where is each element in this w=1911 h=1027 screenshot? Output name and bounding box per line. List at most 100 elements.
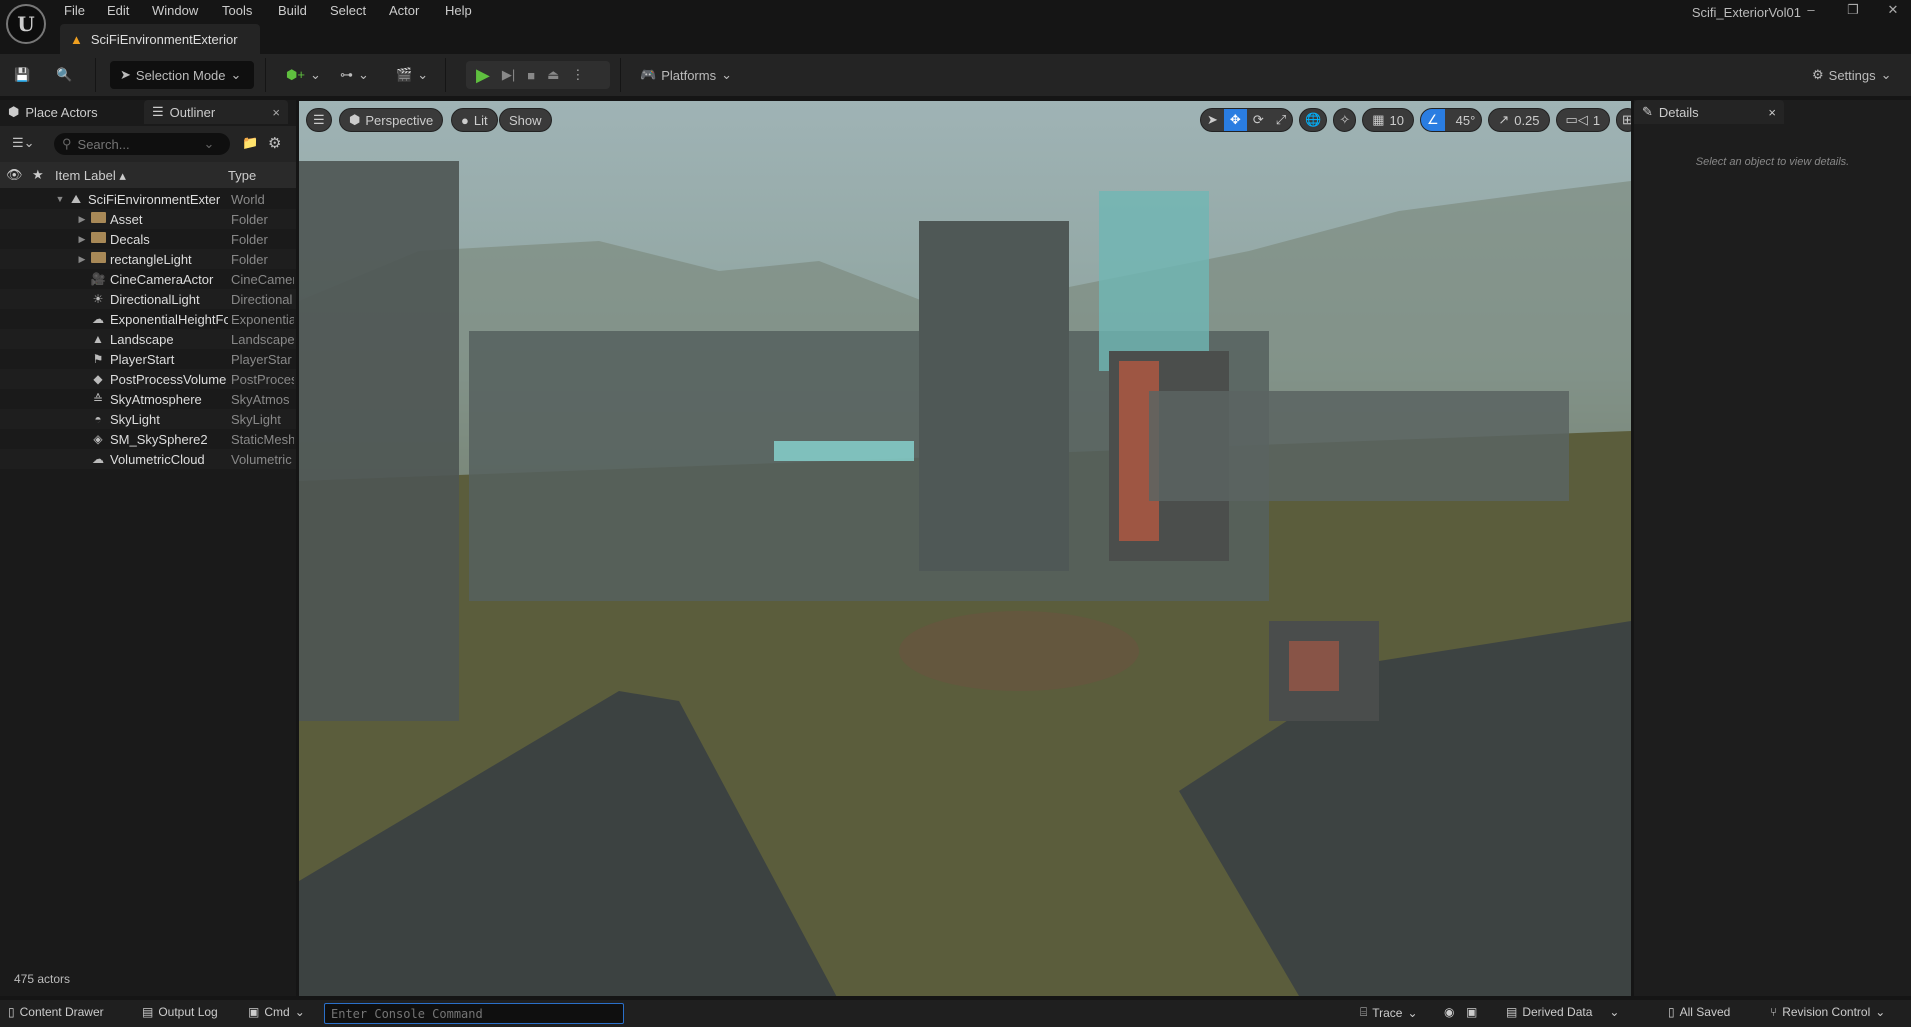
revision-control-dropdown[interactable]: ⑂ Revision Control ⌄ [1770,1005,1885,1019]
expand-arrow-icon[interactable]: ▶ [74,234,90,245]
item-type: PlayerStar [231,351,292,367]
outliner-row[interactable]: ◆ PostProcessVolume PostProces [0,369,296,389]
screenshot-icon[interactable]: ▣ [1466,1005,1477,1019]
menu-tools[interactable]: Tools [222,3,252,18]
play-icon[interactable]: ▶ [476,65,490,86]
menu-bar: U File Edit Window Tools Build Select Ac… [0,0,1911,44]
item-type: World [231,191,265,207]
show-label: Show [509,112,542,128]
column-header: 👁 ★ Item Label ▴ Type [0,162,296,188]
translate-icon[interactable]: ✥ [1223,109,1247,131]
unreal-logo[interactable]: U [6,4,46,44]
scale-snap-button[interactable]: ↗ 0.25 [1488,108,1550,132]
cinematics-button[interactable]: 🎬 ⌄ [396,62,428,88]
select-icon[interactable]: ➤ [1201,112,1224,128]
rotate-icon[interactable]: ⟳ [1247,112,1270,128]
viewport-menu-button[interactable]: ☰ [306,108,332,132]
content-drawer-button[interactable]: ▯ Content Drawer [8,1005,104,1019]
menu-actor[interactable]: Actor [389,3,419,18]
save-icon[interactable]: 💾 [14,62,30,88]
column-item-label[interactable]: Item Label ▴ [55,168,126,184]
outliner-row[interactable]: ▲ Landscape Landscape [0,329,296,349]
menu-select[interactable]: Select [330,3,366,18]
outliner-row[interactable]: ☁ ExponentialHeightFo Exponentia [0,309,296,329]
rotation-snap-value: 45° [1455,112,1476,128]
menu-build[interactable]: Build [278,3,307,18]
gear-icon[interactable]: ⚙ [268,134,281,152]
surface-snap-button[interactable]: ✧ [1333,108,1357,132]
trace-dropdown[interactable]: ⌸ Trace ⌄ [1360,1005,1418,1020]
camera-speed-value: 1 [1592,112,1601,128]
stop-icon[interactable]: ■ [527,68,535,83]
visibility-icon[interactable]: 👁 [6,167,23,183]
menu-file[interactable]: File [64,3,85,18]
outliner-row[interactable]: ▶ Asset Folder [0,209,296,229]
more-options-icon[interactable]: ⋮ [571,67,584,83]
scale-snap-icon: ↗ [1498,112,1510,127]
browse-icon[interactable]: 🔍 [56,62,72,88]
status-bar: ▯Content Drawer ▤Output Log ▣Cmd⌄ ⌸Trace… [0,1000,1911,1027]
close-icon[interactable]: × [1768,105,1776,120]
outliner-row[interactable]: ▶ rectangleLight Folder [0,249,296,269]
close-icon[interactable]: × [272,105,280,120]
platforms-dropdown[interactable]: 🎮 Platforms ⌄ [640,62,732,88]
record-icon[interactable]: ◉ [1444,1005,1454,1019]
outliner-row[interactable]: ▼ ⛰ SciFiEnvironmentExter World [0,189,296,209]
column-type[interactable]: Type [228,168,256,183]
menu-edit[interactable]: Edit [107,3,129,18]
item-label: DirectionalLight [110,291,200,307]
show-button[interactable]: Show [499,108,552,132]
outliner-row[interactable]: ☁ VolumetricCloud Volumetric [0,449,296,469]
output-log-button[interactable]: ▤ Output Log [142,1005,218,1019]
new-folder-icon[interactable]: 📁 [242,135,258,151]
favorite-icon[interactable]: ★ [32,167,44,183]
outliner-row[interactable]: ▶ Decals Folder [0,229,296,249]
layout-button[interactable]: ⊞ [1616,108,1631,132]
menu-help[interactable]: Help [445,3,472,18]
outliner-row[interactable]: ≙ SkyAtmosphere SkyAtmos [0,389,296,409]
step-icon[interactable]: ▶| [502,67,515,83]
console-input[interactable] [324,1003,624,1024]
tab-outliner[interactable]: ☰ Outliner × [144,100,288,124]
level-viewport[interactable]: ☰ ⬢ Perspective ● Lit Show ➤ ✥ ⟳ ⤢ 🌐 ✧ ▦ 10… [299,101,1631,996]
outliner-row[interactable]: ◈ SM_SkySphere2 StaticMesh [0,429,296,449]
document-tab[interactable]: ▲ SciFiEnvironmentExterior [60,24,260,54]
blueprint-button[interactable]: ⊶ ⌄ [340,62,369,88]
search-input[interactable] [77,136,198,152]
settings-dropdown[interactable]: ⚙ Settings ⌄ [1812,62,1892,88]
collapse-arrow-icon[interactable]: ▼ [52,194,68,204]
rotation-snap-button[interactable]: ∠ 45° [1419,108,1483,132]
derived-data-dropdown[interactable]: ▤ Derived Data ⌄ [1506,1005,1619,1019]
eject-icon[interactable]: ⏏ [547,67,559,83]
grid-snap-button[interactable]: ▦ 10 [1362,108,1414,132]
outliner-row[interactable]: ◓ SkyLight SkyLight [0,409,296,429]
item-type: Exponentia [231,311,294,327]
cloud-icon: ☁ [92,452,104,466]
scale-icon[interactable]: ⤢ [1270,112,1292,128]
tab-details[interactable]: ✎ Details × [1634,100,1784,124]
filter-icon[interactable]: ☰⌄ [12,135,35,151]
selection-mode-dropdown[interactable]: ➤ Selection Mode ⌄ [110,61,254,89]
outliner-row[interactable]: ☀ DirectionalLight Directional [0,289,296,309]
camera-speed-button[interactable]: ▭◁ 1 [1555,108,1611,132]
outliner-row[interactable]: ⚑ PlayerStart PlayerStar [0,349,296,369]
all-saved-button[interactable]: ▯ All Saved [1668,1005,1730,1019]
world-local-button[interactable]: 🌐 [1299,108,1328,132]
chevron-down-icon[interactable]: ⌄ [204,136,215,152]
perspective-button[interactable]: ⬢ Perspective [339,108,444,132]
outliner-icon: ☰ [152,104,164,119]
cmd-dropdown[interactable]: ▣ Cmd ⌄ [248,1005,305,1019]
lit-button[interactable]: ● Lit [451,108,498,132]
folder-icon [90,252,106,266]
restore-icon[interactable]: ❐ [1838,2,1868,18]
tab-place-actors[interactable]: ⬢ Place Actors [0,100,106,124]
menu-window[interactable]: Window [152,3,198,18]
expand-arrow-icon[interactable]: ▶ [74,254,90,265]
close-window-icon[interactable]: ✕ [1878,2,1908,18]
expand-arrow-icon[interactable]: ▶ [74,214,90,225]
outliner-row[interactable]: 🎥 CineCameraActor CineCamer [0,269,296,289]
derived-data-icon: ▤ [1506,1005,1518,1019]
add-actor-button[interactable]: ⬢+ ⌄ [286,62,321,88]
label: Cmd [264,1005,290,1019]
minimize-icon[interactable]: – [1796,2,1826,17]
